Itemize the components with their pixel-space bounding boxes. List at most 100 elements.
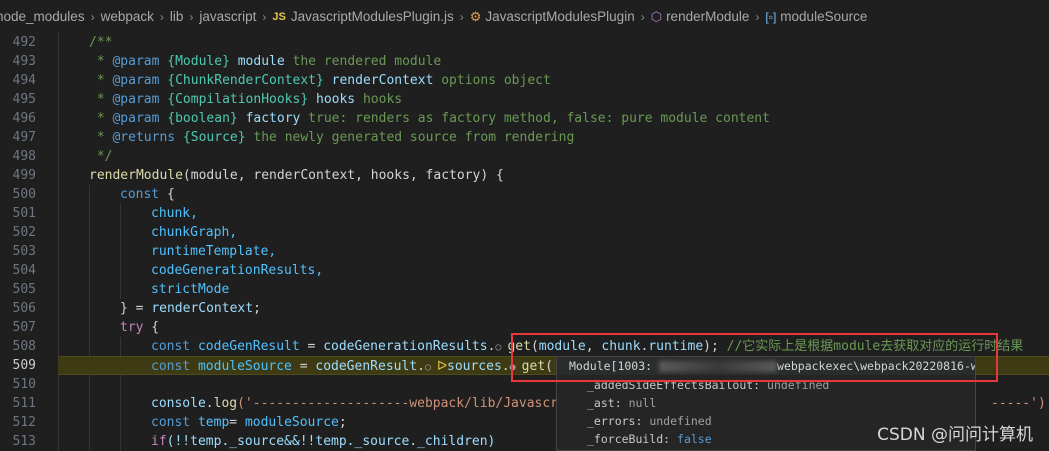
code-text: ; <box>338 415 347 430</box>
inline-comment: //它实际上是根据module去获取对应的运行时结果 <box>718 339 1024 354</box>
breakpoint-arrow-icon[interactable]: ᐅ <box>437 359 447 374</box>
line-number: 508 <box>12 339 36 354</box>
line-number: 511 <box>12 396 36 411</box>
line-number-gutter: 492 493 494 495 496 497 498 499 500 501 … <box>0 33 58 451</box>
hover-property-row[interactable]: _addedSideEffectsBailout: undefined <box>557 376 975 394</box>
jsdoc-param-name: hooks <box>316 92 356 107</box>
jsdoc-param-name: renderContext <box>331 73 434 88</box>
line-number: 494 <box>12 73 36 88</box>
line-number: 492 <box>12 35 36 50</box>
jsdoc-type: {Source} <box>182 130 246 145</box>
variable-name: moduleSource <box>244 415 339 430</box>
jsdoc-desc: the rendered module <box>284 54 442 69</box>
breadcrumb-label: JavascriptModulesPlugin.js <box>290 9 454 24</box>
property-key: _forceBuild <box>587 432 664 446</box>
breadcrumb-label: JavascriptModulesPlugin <box>485 9 635 24</box>
breadcrumb-file[interactable]: JS JavascriptModulesPlugin.js <box>272 9 453 24</box>
code-text: = <box>291 359 316 374</box>
code-line-496: * @param {boolean} factory true: renders… <box>58 109 1049 128</box>
code-text: ( <box>530 339 539 354</box>
line-number: 507 <box>12 320 36 335</box>
comment-star: * <box>89 92 113 107</box>
code-text: : <box>663 432 678 446</box>
breadcrumb-class[interactable]: ⚙ JavascriptModulesPlugin <box>470 9 635 25</box>
breadcrumb-javascript[interactable]: javascript <box>199 9 256 24</box>
code-line-494: * @param {ChunkRenderContext} renderCont… <box>58 71 1049 90</box>
inline-hint-icon: ○ <box>495 342 508 353</box>
chevron-right-icon: › <box>262 9 267 24</box>
line-number: 506 <box>12 301 36 316</box>
line-number: 513 <box>12 434 36 449</box>
jsdoc-type: {CompilationHooks} <box>167 92 309 107</box>
code-text: { <box>159 187 175 202</box>
method-name: get <box>521 359 546 374</box>
expression: (!!temp._source&&!!temp._source._childre… <box>166 434 496 449</box>
breadcrumb-node-modules[interactable]: node_modules <box>0 9 85 24</box>
code-text: = <box>229 415 245 430</box>
property-value: undefined <box>649 414 712 428</box>
comment-star: * <box>89 130 113 145</box>
jsdoc-type: {Module} <box>167 54 230 69</box>
code-line-495: * @param {CompilationHooks} hooks hooks <box>58 90 1049 109</box>
chevron-right-icon: › <box>189 9 194 24</box>
destructured-name: strictMode <box>151 282 230 297</box>
keyword: const <box>151 415 191 430</box>
line-number: 501 <box>12 206 36 221</box>
variable-name: codeGenResult <box>197 339 300 354</box>
breadcrumb-label: lib <box>169 9 184 24</box>
property-key: _addedSideEffectsBailout <box>587 378 754 392</box>
code-line-504: codeGenerationResults, <box>58 261 1049 280</box>
breadcrumb-method[interactable]: ⬡ renderModule <box>651 9 750 25</box>
code-text: : <box>614 396 629 410</box>
string-literal: ('--------------------webpack/lib/Javasc… <box>237 396 566 411</box>
code-line-506: } = renderContext; <box>58 299 1049 318</box>
argument: chunk <box>601 339 641 354</box>
destructured-name: codeGenerationResults, <box>151 263 324 278</box>
keyword: const <box>151 359 191 374</box>
code-line-503: runtimeTemplate, <box>58 242 1049 261</box>
jsdoc-param-name: factory <box>245 111 301 126</box>
chevron-right-icon: › <box>640 9 645 24</box>
jsdoc-type: {ChunkRenderContext} <box>167 73 324 88</box>
hover-property-row[interactable]: _ast: null <box>557 394 975 412</box>
line-number: 503 <box>12 244 36 259</box>
breadcrumb-label: node_modules <box>0 9 85 24</box>
code-line-500: const { <box>58 185 1049 204</box>
property-key: _ast <box>587 396 615 410</box>
jsdoc-param-name: module <box>237 54 285 69</box>
jsdoc-tag: @param <box>112 111 160 126</box>
jsdoc-tag: @param <box>112 73 160 88</box>
keyword: const <box>151 339 191 354</box>
breadcrumb-label: javascript <box>199 9 257 24</box>
string-literal-end: -----') <box>991 396 1046 411</box>
property-value: null <box>628 396 657 410</box>
comment-star: * <box>89 111 113 126</box>
hover-header[interactable]: Module[1003: webpackexec\webpack20220816… <box>557 357 975 375</box>
code-text: } = <box>120 301 152 316</box>
code-text: { <box>143 320 160 335</box>
argument: module <box>538 339 586 354</box>
comment-star: * <box>89 73 113 88</box>
breadcrumb-variable[interactable]: [▫] moduleSource <box>765 9 867 24</box>
code-line-508: const codeGenResult = codeGenerationResu… <box>58 337 1049 356</box>
breadcrumb-lib[interactable]: lib <box>170 9 184 24</box>
code-text: : <box>635 414 650 428</box>
code-line-502: chunkGraph, <box>58 223 1049 242</box>
line-number: 497 <box>12 130 36 145</box>
breadcrumb-webpack[interactable]: webpack <box>101 9 154 24</box>
line-number: 505 <box>12 282 36 297</box>
redacted-path <box>659 361 778 372</box>
object-name: console <box>151 396 206 411</box>
jsdoc-tag: @param <box>112 54 160 69</box>
argument: runtime <box>648 339 704 354</box>
object-name: codeGenerationResults <box>323 339 488 354</box>
comment-text: /** <box>89 35 113 50</box>
code-line-499: renderModule(module, renderContext, hook… <box>58 166 1049 185</box>
chevron-right-icon: › <box>459 9 464 24</box>
breadcrumb-label: renderModule <box>666 9 750 24</box>
chevron-right-icon: › <box>90 9 95 24</box>
breadcrumb-label: moduleSource <box>780 9 868 24</box>
comment-text: */ <box>89 149 113 164</box>
variable-icon: [▫] <box>765 9 777 24</box>
destructured-name: runtimeTemplate, <box>151 244 277 259</box>
